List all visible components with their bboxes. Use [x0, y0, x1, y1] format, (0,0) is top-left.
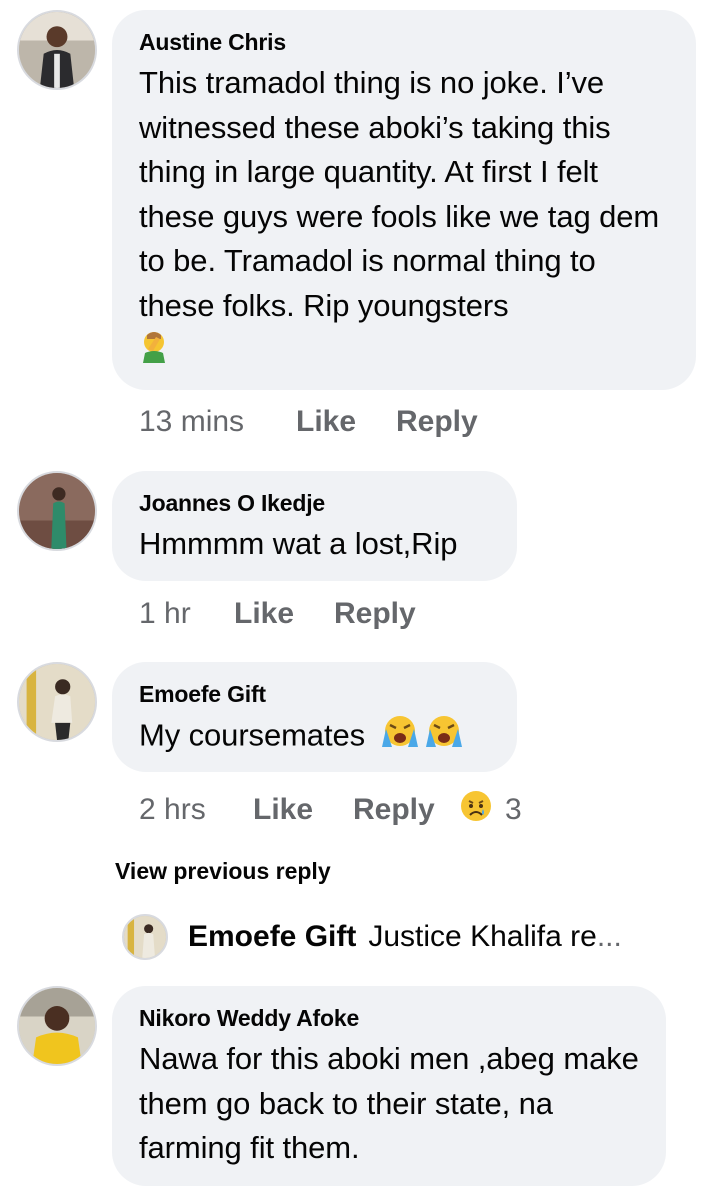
comment-meta: 13 mins Like Reply	[139, 405, 478, 439]
comment-text: Hmmmm wat a lost,Rip	[139, 526, 458, 561]
comment-text: Nawa for this aboki men ,abeg make them …	[139, 1041, 639, 1165]
comment-author[interactable]: Nikoro Weddy Afoke	[139, 1004, 640, 1032]
like-button[interactable]: Like	[234, 597, 334, 631]
comment-bubble-joannes-o-ikedje: Joannes O Ikedje Hmmmm wat a lost,Rip	[112, 471, 517, 581]
reply-preview-author[interactable]: Emoefe Gift	[188, 920, 356, 954]
avatar-austine-chris[interactable]	[17, 10, 97, 90]
comment-text: My coursemates	[139, 713, 491, 762]
comment-time[interactable]: 1 hr	[139, 597, 234, 631]
comment-author[interactable]: Emoefe Gift	[139, 680, 491, 708]
reply-button[interactable]: Reply	[353, 793, 459, 827]
reply-preview-ellipsis: ...	[596, 920, 622, 953]
comment-bubble-emoefe-gift: Emoefe Gift My coursemates	[112, 662, 517, 772]
reaction-count[interactable]: 3	[505, 793, 522, 827]
face-palm-emoji	[139, 329, 169, 376]
avatar-reply-emoefe-gift[interactable]	[122, 914, 168, 960]
comment-author[interactable]: Joannes O Ikedje	[139, 489, 491, 517]
loudly-crying-face-emoji	[424, 713, 464, 762]
comment-text: This tramadol thing is no joke. I’ve wit…	[139, 61, 670, 375]
reply-button[interactable]: Reply	[334, 597, 416, 631]
comment-text-content: This tramadol thing is no joke. I’ve wit…	[139, 65, 660, 323]
comment-bubble-austine-chris: Austine Chris This tramadol thing is no …	[112, 10, 696, 390]
reply-preview[interactable]: Emoefe Gift Justice Khalifa re...	[122, 914, 622, 960]
reply-button[interactable]: Reply	[396, 405, 478, 439]
comment-author[interactable]: Austine Chris	[139, 28, 670, 56]
avatar-joannes-o-ikedje[interactable]	[17, 471, 97, 551]
like-button[interactable]: Like	[253, 793, 353, 827]
avatar-emoefe-gift[interactable]	[17, 662, 97, 742]
comment-text-content: My coursemates	[139, 717, 365, 753]
reply-preview-text: Justice Khalifa re	[368, 920, 597, 953]
comment-time[interactable]: 13 mins	[139, 405, 296, 439]
like-button[interactable]: Like	[296, 405, 396, 439]
loudly-crying-face-emoji	[380, 713, 420, 762]
avatar-nikoro-weddy-afoke[interactable]	[17, 986, 97, 1066]
comment-meta: 1 hr Like Reply	[139, 597, 416, 631]
comment-meta: 2 hrs Like Reply 3	[139, 789, 522, 831]
sad-reaction-icon[interactable]	[459, 789, 493, 831]
view-previous-reply-link[interactable]: View previous reply	[115, 858, 331, 885]
comment-bubble-nikoro-weddy-afoke: Nikoro Weddy Afoke Nawa for this aboki m…	[112, 986, 666, 1186]
comment-time[interactable]: 2 hrs	[139, 793, 253, 827]
